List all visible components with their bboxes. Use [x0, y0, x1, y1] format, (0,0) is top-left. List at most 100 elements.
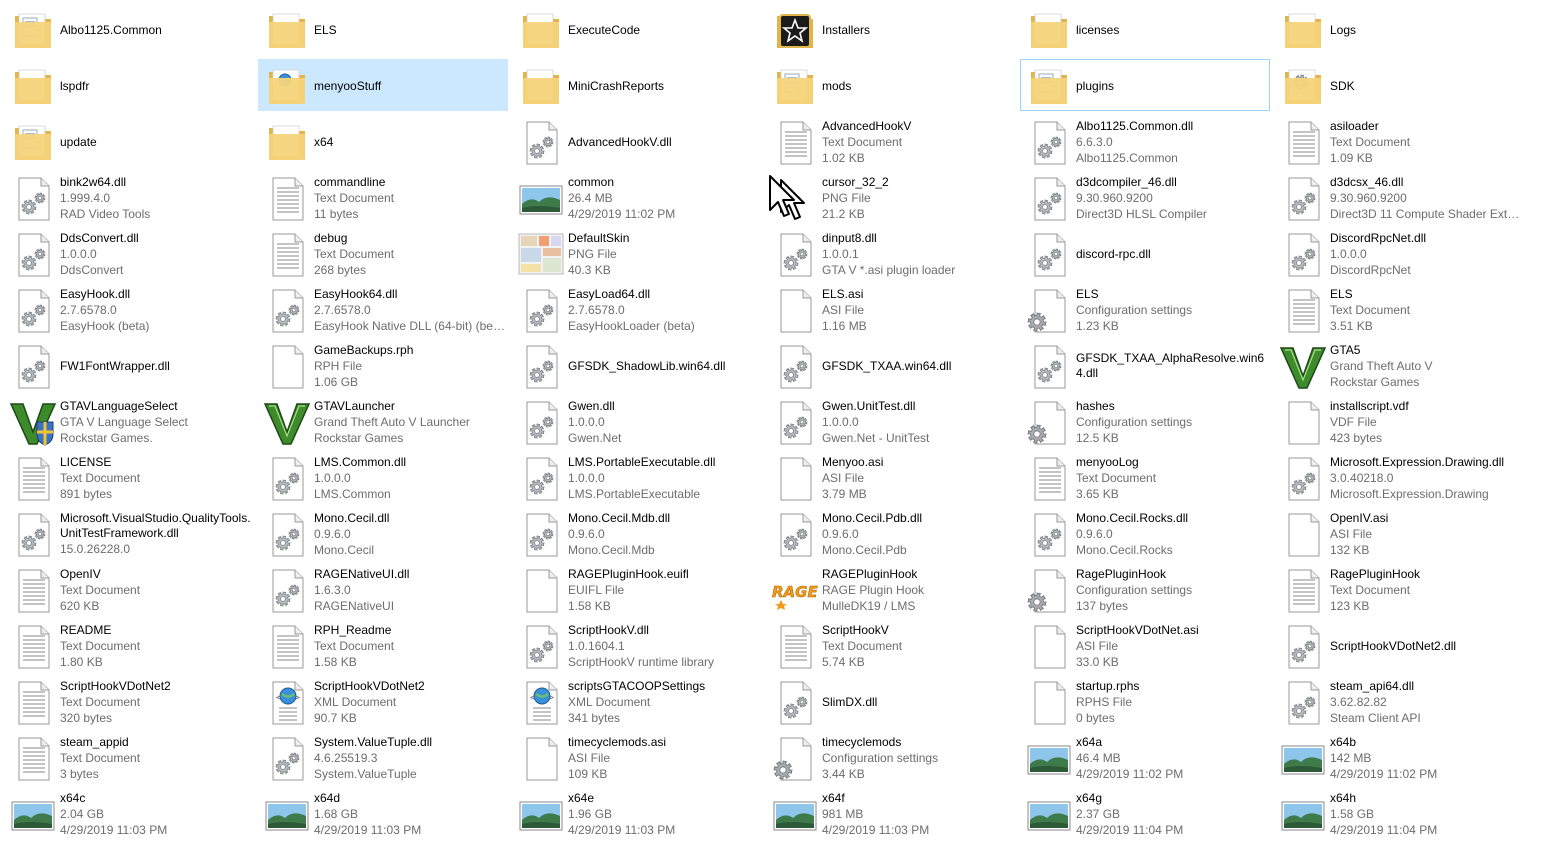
- file-item[interactable]: RAGENativeUI.dll 1.6.3.0 RAGENativeUI: [258, 563, 508, 615]
- file-item[interactable]: README Text Document 1.80 KB: [4, 619, 254, 671]
- file-item[interactable]: RAGEPluginHook.euifl EUIFL File 1.58 KB: [512, 563, 762, 615]
- file-item[interactable]: Logs: [1274, 3, 1524, 55]
- file-item[interactable]: discord-rpc.dll: [1020, 227, 1270, 279]
- file-name: lspdfr: [60, 79, 90, 93]
- file-item[interactable]: < > ScriptHookVDotNet2 XML Document 90.7 KB: [258, 675, 508, 727]
- file-item[interactable]: AdvancedHookV.dll: [512, 115, 762, 167]
- file-item[interactable]: bink2w64.dll 1.999.4.0 RAD Video Tools: [4, 171, 254, 223]
- file-item[interactable]: MiniCrashReports: [512, 59, 762, 111]
- file-item[interactable]: commandline Text Document 11 bytes: [258, 171, 508, 223]
- file-item[interactable]: OpenIV.asi ASI File 132 KB: [1274, 507, 1524, 559]
- file-item-text: Albo1125.Common.dll 6.6.3.0 Albo1125.Commo…: [1076, 116, 1268, 168]
- file-item[interactable]: GTAVLauncher Grand Theft Auto V Launcher R…: [258, 395, 508, 447]
- file-item[interactable]: LMS.PortableExecutable.dll 1.0.0.0 LMS.Por…: [512, 451, 762, 503]
- file-item[interactable]: LMS.Common.dll 1.0.0.0 LMS.Common: [258, 451, 508, 503]
- file-item[interactable]: SDK: [1274, 59, 1524, 111]
- file-item[interactable]: GTAVLanguageSelect GTA V Language Select R…: [4, 395, 254, 447]
- file-item[interactable]: cursor_32_2 PNG File 21.2 KB: [766, 171, 1016, 223]
- file-item[interactable]: ExecuteCode: [512, 3, 762, 55]
- file-item[interactable]: Microsoft.Expression.Drawing.dll 3.0.4021…: [1274, 451, 1524, 503]
- file-size-or-description: GTA V *.asi plugin loader: [822, 263, 956, 277]
- file-item[interactable]: Gwen.dll 1.0.0.0 Gwen.Net: [512, 395, 762, 447]
- file-item[interactable]: steam_appid Text Document 3 bytes: [4, 731, 254, 783]
- file-item[interactable]: EasyLoad64.dll 2.7.6578.0 EasyHookLoader (…: [512, 283, 762, 335]
- file-item[interactable]: x64b 142 MB 4/29/2019 11:02 PM: [1274, 731, 1524, 783]
- file-item[interactable]: x64e 1.96 GB 4/29/2019 11:03 PM: [512, 787, 762, 839]
- file-item[interactable]: licenses: [1020, 3, 1270, 55]
- file-item[interactable]: DefaultSkin PNG File 40.3 KB: [512, 227, 762, 279]
- file-item[interactable]: EasyHook.dll 2.7.6578.0 EasyHook (beta): [4, 283, 254, 335]
- file-item[interactable]: startup.rphs RPHS File 0 bytes: [1020, 675, 1270, 727]
- file-item[interactable]: DdsConvert.dll 1.0.0.0 DdsConvert: [4, 227, 254, 279]
- dll-gear-icon: [771, 342, 819, 390]
- file-name: Menyoo.asi: [822, 455, 884, 469]
- file-item[interactable]: < > scriptsGTACOOPSettings XML Document 341 …: [512, 675, 762, 727]
- file-item[interactable]: x64f 981 MB 4/29/2019 11:03 PM: [766, 787, 1016, 839]
- file-item[interactable]: EasyHook64.dll 2.7.6578.0 EasyHook Native …: [258, 283, 508, 335]
- file-item[interactable]: Albo1125.Common: [4, 3, 254, 55]
- file-item[interactable]: x64g 2.37 GB 4/29/2019 11:04 PM: [1020, 787, 1270, 839]
- file-item[interactable]: Microsoft.VisualStudio.QualityTools.Unit…: [4, 507, 254, 559]
- file-item[interactable]: GFSDK_TXAA.win64.dll: [766, 339, 1016, 391]
- file-item[interactable]: ELS Configuration settings 1.23 KB: [1020, 283, 1270, 335]
- file-item-text: OpenIV.asi ASI File 132 KB: [1330, 508, 1522, 560]
- file-item[interactable]: RagePluginHook Text Document 123 KB: [1274, 563, 1524, 615]
- file-item[interactable]: GFSDK_ShadowLib.win64.dll: [512, 339, 762, 391]
- file-item[interactable]: lspdfr: [4, 59, 254, 111]
- file-item[interactable]: x64h 1.58 GB 4/29/2019 11:04 PM: [1274, 787, 1524, 839]
- folder-gear-icon: [1279, 62, 1327, 110]
- file-item[interactable]: AdvancedHookV Text Document 1.02 KB: [766, 115, 1016, 167]
- file-item[interactable]: SlimDX.dll: [766, 675, 1016, 727]
- file-item[interactable]: ScriptHookVDotNet2 Text Document 320 bytes: [4, 675, 254, 727]
- file-item[interactable]: ELS: [258, 3, 508, 55]
- file-item[interactable]: DiscordRpcNet.dll 1.0.0.0 DiscordRpcNet: [1274, 227, 1524, 279]
- file-item[interactable]: plugins: [1020, 59, 1270, 111]
- dll-gear-icon: [771, 678, 819, 726]
- file-item[interactable]: x64d 1.68 GB 4/29/2019 11:03 PM: [258, 787, 508, 839]
- file-item[interactable]: menyooStuff: [258, 59, 508, 111]
- file-item[interactable]: d3dcsx_46.dll 9.30.960.9200 Direct3D 11 Co…: [1274, 171, 1524, 223]
- file-item[interactable]: Albo1125.Common.dll 6.6.3.0 Albo1125.Commo…: [1020, 115, 1270, 167]
- file-item[interactable]: d3dcompiler_46.dll 9.30.960.9200 Direct3D …: [1020, 171, 1270, 223]
- file-item[interactable]: x64: [258, 115, 508, 167]
- file-item[interactable]: GFSDK_TXAA_AlphaResolve.win64.dll: [1020, 339, 1270, 391]
- file-item[interactable]: Mono.Cecil.Mdb.dll 0.9.6.0 Mono.Cecil.Mdb: [512, 507, 762, 559]
- file-item[interactable]: ELS Text Document 3.51 KB: [1274, 283, 1524, 335]
- file-item[interactable]: Mono.Cecil.Pdb.dll 0.9.6.0 Mono.Cecil.Pdb: [766, 507, 1016, 559]
- file-item[interactable]: ELS.asi ASI File 1.16 MB: [766, 283, 1016, 335]
- file-item[interactable]: GTA5 Grand Theft Auto V Rockstar Games: [1274, 339, 1524, 391]
- file-item[interactable]: debug Text Document 268 bytes: [258, 227, 508, 279]
- file-item[interactable]: LICENSE Text Document 891 bytes: [4, 451, 254, 503]
- file-item[interactable]: x64a 46.4 MB 4/29/2019 11:02 PM: [1020, 731, 1270, 783]
- file-type-or-version: 1.68 GB: [314, 807, 359, 821]
- file-item[interactable]: System.ValueTuple.dll 4.6.25519.3 System.V…: [258, 731, 508, 783]
- file-item[interactable]: Mono.Cecil.dll 0.9.6.0 Mono.Cecil: [258, 507, 508, 559]
- file-item[interactable]: Gwen.UnitTest.dll 1.0.0.0 Gwen.Net - UnitT…: [766, 395, 1016, 447]
- file-item[interactable]: FW1FontWrapper.dll: [4, 339, 254, 391]
- file-item[interactable]: RAGE RAGEPluginHook RAGE Plugin Hook MulleD…: [766, 563, 1016, 615]
- file-item[interactable]: GameBackups.rph RPH File 1.06 GB: [258, 339, 508, 391]
- file-item[interactable]: ScriptHookV.dll 1.0.1604.1 ScriptHookV run…: [512, 619, 762, 671]
- file-item[interactable]: update: [4, 115, 254, 167]
- file-item[interactable]: Menyoo.asi ASI File 3.79 MB: [766, 451, 1016, 503]
- file-type-or-version: ASI File: [822, 471, 865, 485]
- file-item[interactable]: RPH_Readme Text Document 1.58 KB: [258, 619, 508, 671]
- file-item[interactable]: Mono.Cecil.Rocks.dll 0.9.6.0 Mono.Cecil.Ro…: [1020, 507, 1270, 559]
- file-item[interactable]: common 26.4 MB 4/29/2019 11:02 PM: [512, 171, 762, 223]
- file-item[interactable]: RagePluginHook Configuration settings 137 …: [1020, 563, 1270, 615]
- file-item[interactable]: timecyclemods Configuration settings 3.44 …: [766, 731, 1016, 783]
- file-item[interactable]: ScriptHookVDotNet2.dll: [1274, 619, 1524, 671]
- file-item[interactable]: hashes Configuration settings 12.5 KB: [1020, 395, 1270, 447]
- file-item[interactable]: dinput8.dll 1.0.0.1 GTA V *.asi plugin loa…: [766, 227, 1016, 279]
- file-item[interactable]: menyooLog Text Document 3.65 KB: [1020, 451, 1270, 503]
- file-item[interactable]: asiloader Text Document 1.09 KB: [1274, 115, 1524, 167]
- file-item[interactable]: installscript.vdf VDF File 423 bytes: [1274, 395, 1524, 447]
- file-item[interactable]: x64c 2.04 GB 4/29/2019 11:03 PM: [4, 787, 254, 839]
- file-item[interactable]: timecyclemods.asi ASI File 109 KB: [512, 731, 762, 783]
- file-item[interactable]: Installers: [766, 3, 1016, 55]
- file-item[interactable]: OpenIV Text Document 620 KB: [4, 563, 254, 615]
- file-item[interactable]: ScriptHookV Text Document 5.74 KB: [766, 619, 1016, 671]
- file-item[interactable]: steam_api64.dll 3.62.82.82 Steam Client AP…: [1274, 675, 1524, 727]
- file-item[interactable]: mods: [766, 59, 1016, 111]
- file-item[interactable]: ScriptHookVDotNet.asi ASI File 33.0 KB: [1020, 619, 1270, 671]
